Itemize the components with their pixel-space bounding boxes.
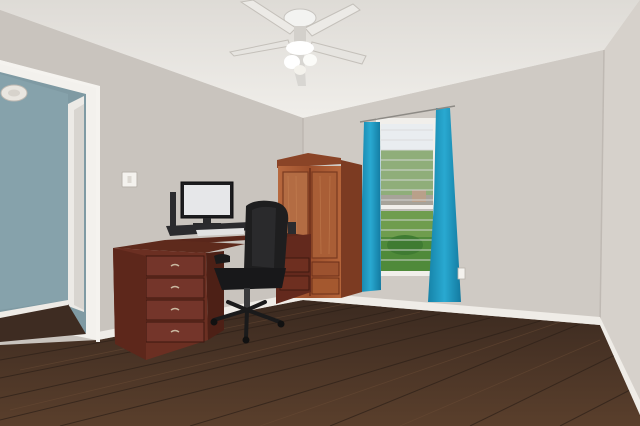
doorway: [0, 60, 96, 342]
window: [376, 118, 438, 276]
room-photo: [0, 0, 640, 426]
wall-outlet: [457, 267, 466, 280]
